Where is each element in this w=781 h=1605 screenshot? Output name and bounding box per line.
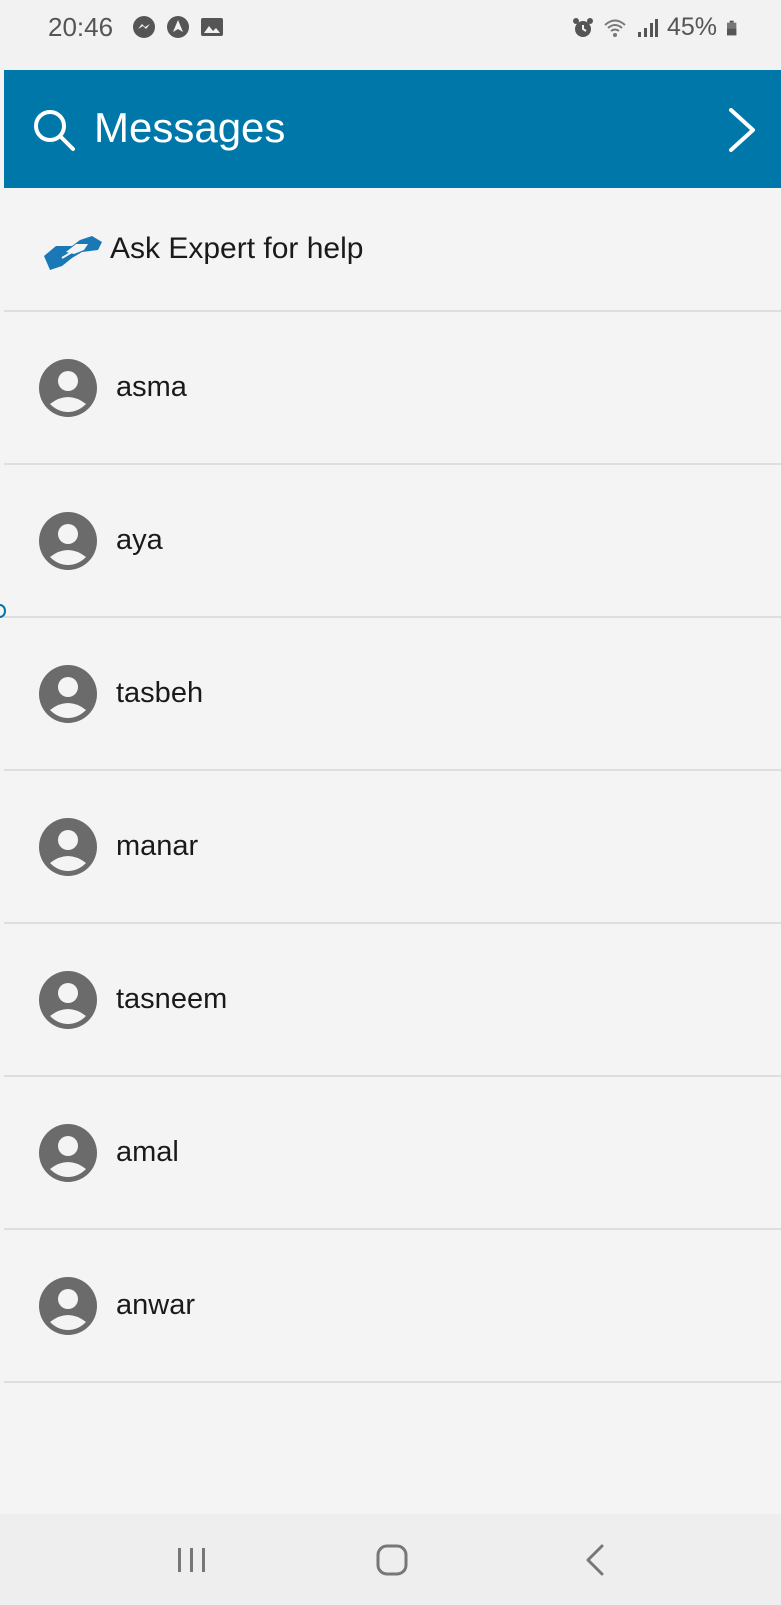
battery-percent: 45% — [666, 13, 717, 41]
contact-name: anwar — [116, 1289, 195, 1321]
battery-icon — [727, 20, 737, 35]
contact-row[interactable]: aya — [4, 465, 781, 618]
home-icon[interactable] — [368, 1536, 416, 1584]
contact-name: tasneem — [116, 983, 228, 1015]
avatar-icon — [39, 818, 97, 876]
contact-row[interactable]: asma — [4, 312, 781, 465]
status-bar: 20:46 45% — [0, 0, 781, 70]
system-nav-bar — [0, 1514, 781, 1605]
contact-name: aya — [116, 524, 163, 556]
ask-expert-label: Ask Expert for help — [110, 232, 364, 265]
signal-icon — [637, 18, 658, 37]
gallery-icon — [201, 18, 223, 36]
status-time: 20:46 — [48, 12, 114, 42]
avatar-icon — [39, 665, 97, 723]
page-title: Messages — [94, 104, 286, 151]
contact-row[interactable]: manar — [4, 771, 781, 924]
wifi-icon — [604, 19, 626, 37]
avatar-icon — [39, 1124, 97, 1182]
ask-expert-button[interactable]: Ask Expert for help — [4, 188, 781, 312]
contact-name: amal — [116, 1136, 179, 1168]
back-icon[interactable] — [572, 1536, 620, 1584]
recents-icon[interactable] — [168, 1536, 216, 1584]
messages-list: Ask Expert for help asma aya tasbeh mana… — [4, 188, 781, 1383]
avatar-icon — [39, 1277, 97, 1335]
notification-icons — [132, 15, 224, 39]
contact-row[interactable]: tasbeh — [4, 618, 781, 771]
contact-name: asma — [116, 371, 187, 403]
avatar-icon — [39, 512, 97, 570]
contact-row[interactable]: amal — [4, 1077, 781, 1230]
contact-row[interactable]: tasneem — [4, 924, 781, 1077]
contact-name: tasbeh — [116, 677, 204, 709]
contact-name: manar — [116, 830, 199, 862]
system-status-icons: 45% — [571, 13, 741, 42]
contact-row[interactable]: anwar — [4, 1230, 781, 1383]
navigation-app-icon — [167, 16, 189, 38]
avatar-icon — [39, 359, 97, 417]
avatar-icon — [39, 971, 97, 1029]
search-icon[interactable] — [32, 108, 76, 152]
messenger-icon — [133, 16, 155, 38]
alarm-icon — [572, 17, 593, 37]
handshake-icon — [44, 236, 102, 270]
chevron-right-icon[interactable] — [721, 106, 761, 154]
app-bar: Messages — [4, 70, 781, 188]
